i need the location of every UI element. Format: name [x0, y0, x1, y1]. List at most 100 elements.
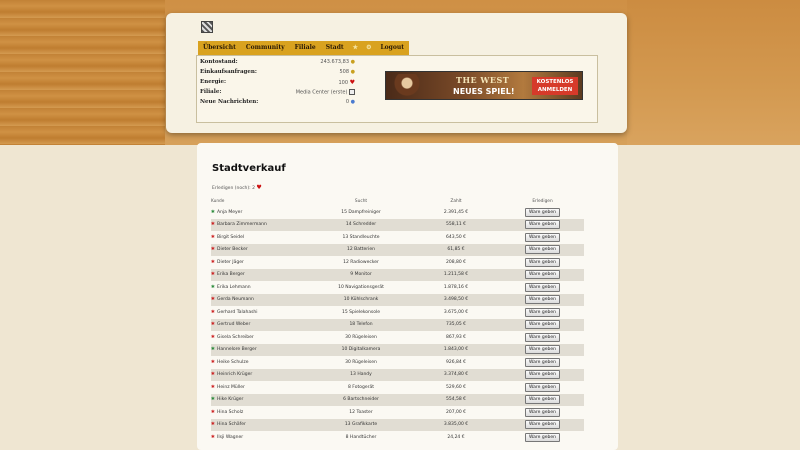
customer-name[interactable]: Birgit Seidel — [217, 235, 244, 240]
info-kontostand: Kontostand: 243.673,83 ● — [200, 59, 355, 69]
table-row: ✱ Gerhard Talahashi 15 Spielekonsole 3.675,… — [211, 306, 584, 319]
customer-status-icon: ✱ — [211, 284, 215, 290]
pays-cell: 3.498,50 € — [411, 293, 501, 306]
give-goods-button[interactable]: Ware geben — [525, 207, 560, 217]
customer-status-icon: ✱ — [211, 234, 215, 240]
action-cell: Ware geben — [501, 243, 584, 256]
give-goods-button[interactable]: Ware geben — [525, 220, 560, 230]
give-goods-button[interactable]: Ware geben — [525, 420, 560, 430]
customer-name[interactable]: Gisela Schreiber — [217, 335, 254, 340]
pays-cell: 558,11 € — [411, 218, 501, 231]
nav-item-stadt[interactable]: Stadt — [321, 41, 349, 55]
sales-table: Kunde Sucht Zahlt Erledigen ✱ Anja Meyer 1… — [211, 197, 584, 444]
customer-name[interactable]: Hike Krüger — [217, 397, 243, 402]
nav-item-settings-icon[interactable]: ⚙ — [362, 41, 375, 55]
customer-status-icon: ✱ — [211, 422, 215, 428]
nav-item-logout[interactable]: Logout — [375, 41, 409, 55]
seeks-cell: 12 Batterien — [311, 243, 411, 256]
give-goods-button[interactable]: Ware geben — [525, 370, 560, 380]
banner-signup-button[interactable]: KOSTENLOS ANMELDEN — [532, 77, 578, 95]
ad-banner[interactable]: THE WEST NEUES SPIEL! KOSTENLOS ANMELDEN — [385, 71, 583, 100]
give-goods-button[interactable]: Ware geben — [525, 432, 560, 442]
give-goods-button[interactable]: Ware geben — [525, 320, 560, 330]
pays-cell: 1.843,00 € — [411, 343, 501, 356]
main-navigation: Übersicht Community Filiale Stadt ★ ⚙ Lo… — [198, 41, 410, 55]
give-goods-button[interactable]: Ware geben — [525, 395, 560, 405]
customer-name[interactable]: Erika Lehmann — [217, 285, 251, 290]
seeks-cell: 9 Monitor — [311, 268, 411, 281]
pays-cell: 1.878,16 € — [411, 281, 501, 294]
give-goods-button[interactable]: Ware geben — [525, 245, 560, 255]
customer-name[interactable]: Heinrich Krüger — [217, 372, 252, 377]
give-goods-button[interactable]: Ware geben — [525, 307, 560, 317]
customer-name[interactable]: Dieter Becker — [217, 247, 248, 252]
seeks-cell: 13 Standleuchte — [311, 231, 411, 244]
give-goods-button[interactable]: Ware geben — [525, 345, 560, 355]
give-goods-button[interactable]: Ware geben — [525, 407, 560, 417]
remaining-text: Erledigen (noch): 2 — [212, 186, 255, 191]
customer-status-icon: ✱ — [211, 209, 215, 215]
info-filiale: Filiale: Media Center (erste) — [200, 89, 355, 99]
pays-cell: 2.391,45 € — [411, 206, 501, 219]
customer-cell: ✱ Gertrud Weber — [211, 318, 311, 331]
seeks-cell: 12 Radiowecker — [311, 256, 411, 269]
nav-item-community[interactable]: Community — [241, 41, 290, 55]
customer-name[interactable]: Heinz Müller — [217, 385, 245, 390]
customer-cell: ✱ Gerda Neumann — [211, 293, 311, 306]
customer-name[interactable]: Hina Schäfer — [217, 422, 246, 427]
give-goods-button[interactable]: Ware geben — [525, 295, 560, 305]
seeks-cell: 13 Grafikkarte — [311, 418, 411, 431]
nav-item-uebersicht[interactable]: Übersicht — [198, 41, 241, 55]
customer-name[interactable]: Barbara Zimmermann — [217, 222, 267, 227]
give-goods-button[interactable]: Ware geben — [525, 382, 560, 392]
cowboy-figure-icon — [394, 74, 420, 99]
action-cell: Ware geben — [501, 331, 584, 344]
customer-name[interactable]: Dieter Jäger — [217, 260, 244, 265]
logo-icon[interactable] — [201, 21, 213, 33]
customer-cell: ✱ Dieter Jäger — [211, 256, 311, 269]
give-goods-button[interactable]: Ware geben — [525, 282, 560, 292]
info-energie: Energie: 100 ♥ — [200, 79, 355, 89]
coin-icon: ● — [350, 59, 355, 65]
give-goods-button[interactable]: Ware geben — [525, 270, 560, 280]
pays-cell: 735,05 € — [411, 318, 501, 331]
customer-name[interactable]: Anja Meyer — [217, 210, 242, 215]
pays-cell: 554,58 € — [411, 393, 501, 406]
customer-name[interactable]: Gerhard Talahashi — [217, 310, 258, 315]
table-row: ✱ Heinrich Krüger 13 Handy 3.374,80 € Ware g… — [211, 368, 584, 381]
customer-name[interactable]: Erika Berger — [217, 272, 245, 277]
nachrichten-value: 0 — [345, 99, 350, 105]
give-goods-button[interactable]: Ware geben — [525, 257, 560, 267]
filiale-select[interactable]: Media Center (erste) — [296, 90, 348, 96]
pays-cell: 3.374,80 € — [411, 368, 501, 381]
customer-name[interactable]: Gerda Neumann — [217, 297, 254, 302]
action-cell: Ware geben — [501, 356, 584, 369]
table-row: ✱ Gerda Neumann 10 Kühlschrank 3.498,50 € Wa… — [211, 293, 584, 306]
customer-name[interactable]: Heike Schulze — [217, 360, 248, 365]
seeks-cell: 10 Navigationsgerät — [311, 281, 411, 294]
seeks-cell: 6 Bartschneider — [311, 393, 411, 406]
chevron-down-icon[interactable] — [349, 89, 355, 95]
energie-value: 100 — [338, 80, 349, 86]
seeks-cell: 15 Dampfreiniger — [311, 206, 411, 219]
customer-name[interactable]: Gertrud Weber — [217, 322, 250, 327]
banner-title: THE WEST — [456, 75, 510, 85]
seeks-cell: 15 Spielekonsole — [311, 306, 411, 319]
seeks-cell: 10 Digitalkamera — [311, 343, 411, 356]
wood-background-right — [627, 0, 800, 145]
customer-name[interactable]: Hina Scholz — [217, 410, 243, 415]
customer-name[interactable]: Ilsji Wagner — [217, 435, 243, 440]
page-title: Stadtverkauf — [212, 163, 286, 174]
filiale-label: Filiale: — [200, 89, 222, 95]
action-cell: Ware geben — [501, 206, 584, 219]
table-row: ✱ Dieter Jäger 12 Radiowecker 208,80 € Ware … — [211, 256, 584, 269]
give-goods-button[interactable]: Ware geben — [525, 332, 560, 342]
customer-status-icon: ✱ — [211, 247, 215, 253]
nav-item-filiale[interactable]: Filiale — [290, 41, 321, 55]
column-header-erledigen: Erledigen — [532, 199, 553, 204]
table-row: ✱ Hina Schäfer 13 Grafikkarte 3.835,00 € War… — [211, 418, 584, 431]
give-goods-button[interactable]: Ware geben — [525, 357, 560, 367]
give-goods-button[interactable]: Ware geben — [525, 232, 560, 242]
nav-item-help-icon[interactable]: ★ — [349, 41, 362, 55]
customer-name[interactable]: Hannelore Berger — [217, 347, 257, 352]
